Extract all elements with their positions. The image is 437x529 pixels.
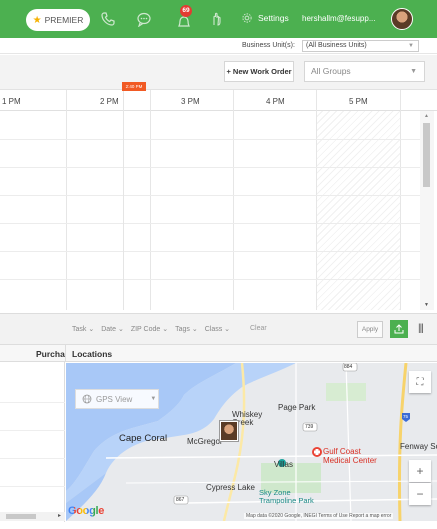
schedule-timeline[interactable]: 1 PM 2 PM 3 PM 4 PM 5 PM ▲ ▼ bbox=[0, 90, 437, 310]
map-label-villas: Villas bbox=[274, 460, 293, 469]
panel-divider bbox=[65, 345, 66, 362]
clear-filters-button[interactable]: Clear bbox=[250, 325, 267, 332]
plus-icon: + bbox=[416, 464, 424, 478]
current-time-line bbox=[123, 90, 124, 310]
locations-map[interactable]: 884 739 867 75 Cape Coral McGregor Whisk… bbox=[66, 363, 437, 521]
road-shield-label: 739 bbox=[305, 424, 314, 430]
list-row-divider bbox=[0, 458, 65, 459]
hour-label: 4 PM bbox=[266, 97, 285, 106]
row-divider bbox=[0, 251, 420, 252]
row-divider bbox=[0, 223, 420, 224]
phone-icon[interactable] bbox=[100, 11, 116, 27]
export-icon bbox=[394, 324, 404, 334]
map-label-gulf-coast-medical: Gulf Coast Medical Center bbox=[323, 447, 377, 465]
filter-zip-code[interactable]: ZIP Code ⌄ bbox=[131, 325, 168, 333]
highway-shield-label: 75 bbox=[403, 414, 409, 419]
scrollbar-thumb[interactable] bbox=[6, 514, 36, 519]
gear-icon bbox=[242, 13, 252, 23]
settings-link[interactable]: Settings bbox=[241, 12, 289, 24]
apply-filters-button[interactable]: Apply bbox=[357, 321, 383, 338]
star-icon: ★ bbox=[32, 14, 42, 26]
hour-label: 1 PM bbox=[2, 97, 21, 106]
zoom-in-button[interactable]: + bbox=[409, 460, 431, 482]
business-unit-label: Business Unit(s): bbox=[242, 42, 295, 49]
business-unit-row: Business Unit(s): (All Business Units) ▼ bbox=[0, 38, 437, 54]
hour-divider bbox=[316, 90, 317, 310]
gps-view-select[interactable]: GPS View ▼ bbox=[75, 389, 159, 409]
premier-label: PREMIER bbox=[44, 15, 84, 25]
premier-button[interactable]: ★ PREMIER bbox=[26, 9, 90, 31]
user-avatar[interactable] bbox=[391, 8, 413, 30]
purchase-column-header: Purcha bbox=[36, 349, 65, 359]
map-label-cypress-lake: Cypress Lake bbox=[206, 483, 255, 492]
row-divider bbox=[0, 139, 420, 140]
hour-divider bbox=[400, 90, 401, 310]
scroll-down-icon[interactable]: ▼ bbox=[424, 302, 429, 308]
map-label-mcgregor: McGregor bbox=[187, 437, 223, 446]
chevron-down-icon: ▼ bbox=[150, 396, 157, 402]
fullscreen-icon: ⛶ bbox=[416, 376, 424, 388]
minus-icon: − bbox=[416, 487, 424, 501]
hour-label: 5 PM bbox=[349, 97, 368, 106]
scroll-right-icon[interactable]: ▸ bbox=[58, 512, 61, 519]
row-divider bbox=[0, 195, 420, 196]
map-label-sky-zone: Sky Zone Trampoline Park bbox=[259, 488, 314, 505]
purchase-list-panel bbox=[0, 362, 65, 522]
map-label-page-park: Page Park bbox=[278, 403, 316, 412]
row-divider bbox=[0, 167, 420, 168]
fullscreen-button[interactable]: ⛶ bbox=[409, 371, 431, 393]
columns-icon[interactable]: ||| bbox=[418, 323, 424, 334]
settings-label: Settings bbox=[258, 13, 289, 23]
top-navigation-bar: ★ PREMIER 69 Settings hershallm@fesupp..… bbox=[0, 0, 437, 38]
row-divider bbox=[0, 279, 420, 280]
export-button[interactable] bbox=[390, 320, 408, 338]
groups-select[interactable]: All Groups ▼ bbox=[304, 61, 425, 82]
road-shield-label: 867 bbox=[176, 497, 185, 503]
new-work-order-button[interactable]: + New Work Order bbox=[224, 61, 294, 82]
google-logo: Google bbox=[68, 505, 105, 517]
business-unit-value: (All Business Units) bbox=[306, 42, 367, 49]
lower-panel-header: Purcha Locations bbox=[0, 345, 437, 362]
map-label-fenway: Fenway Sou bbox=[400, 442, 437, 451]
locations-header: Locations bbox=[72, 349, 113, 359]
hour-divider bbox=[150, 90, 151, 310]
chat-icon[interactable] bbox=[136, 11, 152, 27]
horizontal-scrollbar[interactable]: ▸ bbox=[0, 512, 65, 521]
chevron-down-icon: ▼ bbox=[410, 68, 417, 75]
filter-list: Task ⌄ Date ⌄ ZIP Code ⌄ Tags ⌄ Class ⌄ bbox=[72, 325, 230, 333]
globe-icon bbox=[82, 394, 92, 404]
after-hours-shading bbox=[316, 111, 400, 310]
filter-date[interactable]: Date ⌄ bbox=[101, 325, 124, 333]
notification-count-badge: 69 bbox=[180, 5, 192, 17]
list-row-divider bbox=[0, 486, 65, 487]
business-unit-select[interactable]: (All Business Units) ▼ bbox=[302, 40, 419, 52]
map-attribution[interactable]: Map data ©2020 Google, INEGI Terms of Us… bbox=[244, 513, 394, 519]
current-time-marker: 2:40 PM bbox=[122, 82, 146, 91]
map-label-cape-coral: Cape Coral bbox=[119, 433, 168, 444]
chevron-down-icon: ▼ bbox=[408, 43, 414, 49]
hour-label: 3 PM bbox=[181, 97, 200, 106]
road-shield-label: 884 bbox=[344, 364, 353, 370]
user-email[interactable]: hershallm@fesupp... bbox=[302, 14, 376, 23]
timeline-scrollbar[interactable]: ▲ ▼ bbox=[420, 111, 434, 310]
filter-tags[interactable]: Tags ⌄ bbox=[175, 325, 198, 333]
scroll-up-icon[interactable]: ▲ bbox=[424, 113, 429, 119]
hour-divider bbox=[233, 90, 234, 310]
list-row-divider bbox=[0, 430, 65, 431]
technician-location-pin[interactable] bbox=[219, 420, 239, 442]
zoom-out-button[interactable]: − bbox=[409, 483, 431, 505]
filter-task[interactable]: Task ⌄ bbox=[72, 325, 94, 333]
filter-bar: Task ⌄ Date ⌄ ZIP Code ⌄ Tags ⌄ Class ⌄ … bbox=[0, 313, 437, 345]
list-row-divider bbox=[0, 402, 65, 403]
technician-avatar bbox=[221, 422, 237, 440]
hour-divider bbox=[66, 90, 67, 310]
groups-select-value: All Groups bbox=[311, 66, 351, 76]
schedule-toolbar: + New Work Order All Groups ▼ bbox=[0, 55, 437, 90]
gps-view-label: GPS View bbox=[96, 394, 133, 404]
hour-label: 2 PM bbox=[100, 97, 119, 106]
scrollbar-thumb[interactable] bbox=[423, 123, 430, 187]
hand-pointer-icon[interactable] bbox=[208, 11, 224, 27]
filter-class[interactable]: Class ⌄ bbox=[205, 325, 230, 333]
